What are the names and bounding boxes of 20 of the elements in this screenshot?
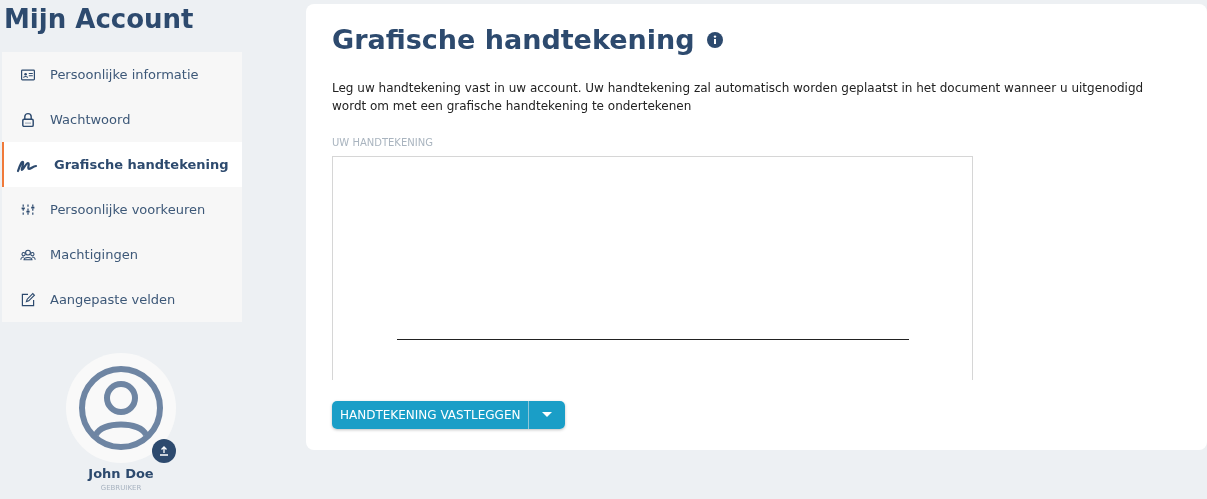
sidebar-item[interactable]: Persoonlijke voorkeuren [2,187,242,232]
sliders-icon [20,201,36,218]
upload-button[interactable] [152,439,176,463]
info-icon[interactable] [706,31,723,48]
sidebar-item[interactable]: Grafische handtekening [2,142,242,187]
sidebar-item[interactable]: Machtigingen [2,232,242,277]
page-title: Mijn Account [4,4,194,36]
card-title: Grafische handtekening [332,24,695,55]
dropdown-button[interactable] [529,401,566,429]
caret-icon [542,412,553,418]
user-icon [78,365,164,451]
user-name: John Doe [88,466,154,481]
edit-icon [20,291,36,308]
sidebar-item[interactable]: Persoonlijke informatie [2,52,242,97]
sidebar-item[interactable]: Aangepaste velden [2,277,242,322]
description: Leg uw handtekening vast in uw account. Uw handtekening zal automatisch worden geplaatst in het document wanneer u uitgenodigd wordt om met een grafische handtekening te ondertekenen [332,80,1145,115]
sidebar-item[interactable]: Wachtwoord [2,97,242,142]
lock-icon [20,111,36,128]
upload-icon [159,446,169,456]
field-label: UW HANDTEKENING [332,137,433,148]
